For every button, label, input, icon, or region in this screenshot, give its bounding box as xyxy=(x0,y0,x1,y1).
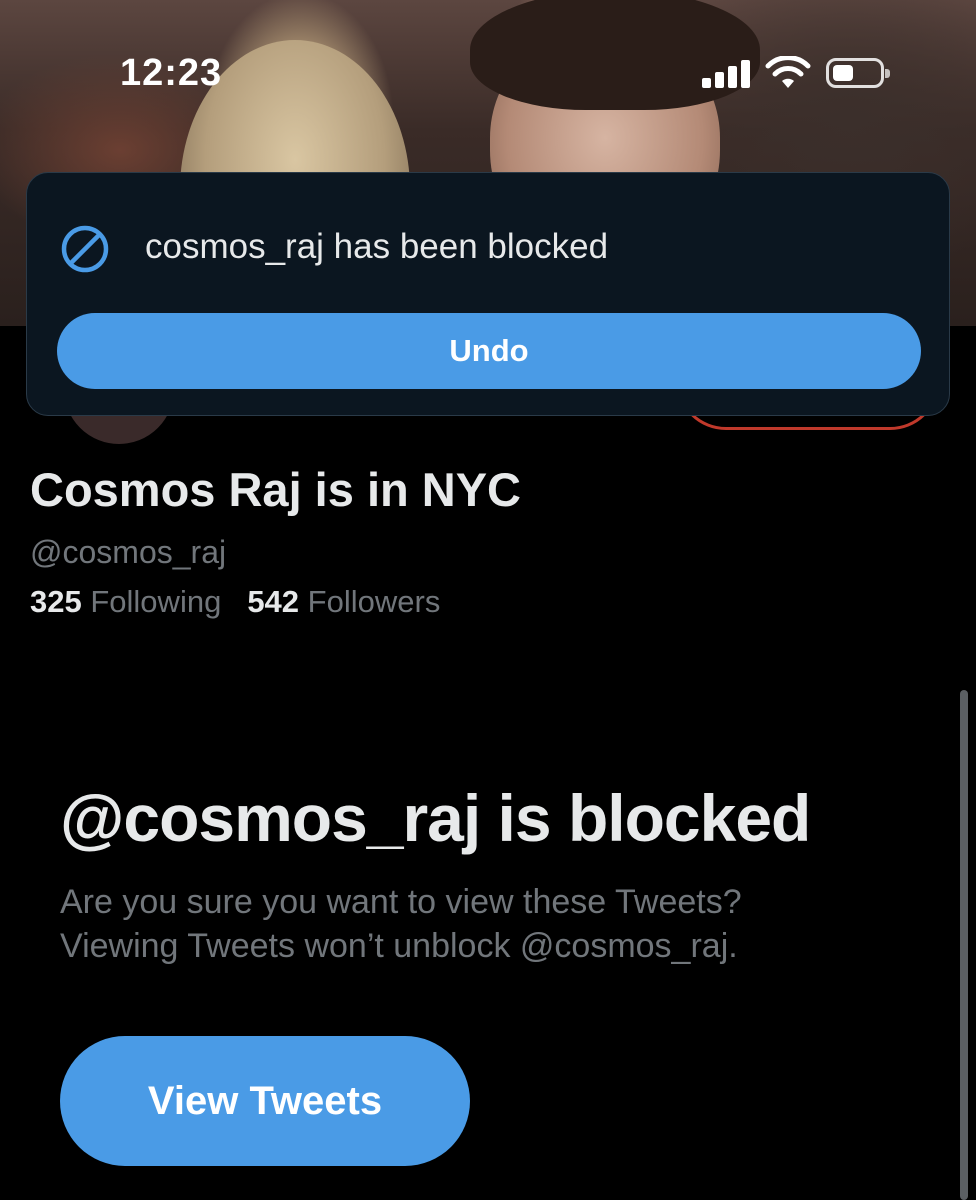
blocked-title: @cosmos_raj is blocked xyxy=(60,781,811,855)
status-bar: 12:23 xyxy=(0,0,976,140)
following-count: 325 xyxy=(30,584,82,619)
profile-handle: @cosmos_raj xyxy=(30,534,227,570)
scrollbar[interactable] xyxy=(960,690,968,1200)
following-label: Following xyxy=(90,584,222,619)
blocked-description: Are you sure you want to view these Twee… xyxy=(60,880,920,968)
followers-count: 542 xyxy=(247,584,300,619)
toast-message: cosmos_raj has been blocked xyxy=(145,227,609,266)
block-icon xyxy=(61,225,109,273)
blocked-description-line-1: Are you sure you want to view these Twee… xyxy=(60,883,742,921)
followers-link[interactable]: 542 Followers xyxy=(247,584,440,619)
wifi-icon xyxy=(765,56,811,88)
status-time: 12:23 xyxy=(120,52,223,94)
blocked-toast: cosmos_raj has been blocked Undo xyxy=(26,172,950,416)
profile-display-name: Cosmos Raj is in NYC xyxy=(30,463,521,516)
followers-label: Followers xyxy=(307,584,441,619)
undo-button[interactable]: Undo xyxy=(57,313,921,389)
battery-icon xyxy=(826,58,890,88)
cellular-signal-icon xyxy=(702,58,752,88)
blocked-description-line-2: Viewing Tweets won’t unblock @cosmos_raj… xyxy=(60,927,738,965)
view-tweets-button[interactable]: View Tweets xyxy=(60,1036,470,1166)
following-link[interactable]: 325 Following xyxy=(30,584,221,619)
follow-stats: 325 Following 542 Followers xyxy=(30,584,440,620)
